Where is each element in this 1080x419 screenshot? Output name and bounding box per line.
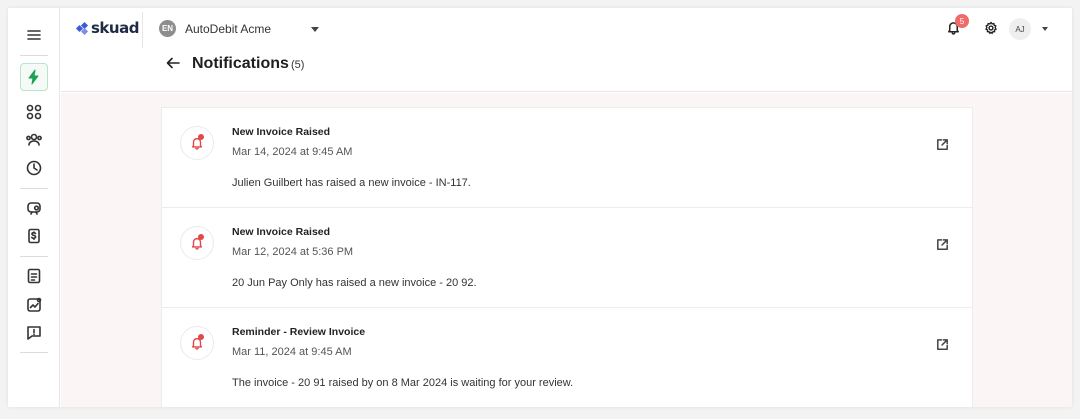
- notification-date: Mar 11, 2024 at 9:45 AM: [232, 346, 352, 358]
- org-chevron-down-icon[interactable]: [311, 27, 319, 32]
- sidebar-item-invoices[interactable]: [20, 222, 48, 250]
- notification-message: Julien Guilbert has raised a new invoice…: [232, 177, 471, 189]
- sidebar-item-documents[interactable]: [20, 262, 48, 290]
- back-arrow-icon[interactable]: [165, 55, 183, 73]
- user-avatar[interactable]: AJ: [1009, 18, 1031, 40]
- open-external-icon[interactable]: [935, 137, 953, 155]
- sidebar-divider: [20, 352, 48, 353]
- notification-date: Mar 12, 2024 at 5:36 PM: [232, 246, 354, 258]
- logo-mark-icon: [75, 21, 89, 35]
- sidebar-item-feedback[interactable]: [20, 319, 48, 347]
- sidebar-divider: [20, 55, 48, 56]
- clock-icon: [26, 160, 42, 176]
- brand-name: skuad: [91, 19, 139, 37]
- brand-logo[interactable]: skuad: [75, 18, 139, 38]
- notification-item[interactable]: New Invoice Raised Mar 14, 2024 at 9:45 …: [162, 108, 972, 208]
- notification-item[interactable]: Reminder - Review Invoice Mar 11, 2024 a…: [162, 308, 972, 407]
- page-title: Notifications: [192, 55, 289, 72]
- notification-title: Reminder - Review Invoice: [232, 326, 366, 338]
- people-icon: [26, 133, 42, 146]
- lightning-icon: [28, 69, 39, 85]
- invoice-dollar-icon: [28, 228, 40, 244]
- menu-icon[interactable]: [20, 21, 48, 49]
- sidebar: [8, 8, 60, 407]
- notification-message: The invoice - 20 91 raised by on 8 Mar 2…: [232, 377, 574, 389]
- open-external-icon[interactable]: [935, 237, 953, 255]
- gear-icon[interactable]: [984, 21, 1000, 37]
- org-switcher[interactable]: EN AutoDebit Acme: [159, 20, 271, 37]
- analytics-icon: [27, 297, 42, 312]
- header-divider: [142, 12, 143, 48]
- document-icon: [27, 268, 41, 284]
- notification-title: New Invoice Raised: [232, 126, 331, 138]
- unread-dot: [198, 134, 204, 140]
- sidebar-item-payroll[interactable]: [20, 194, 48, 222]
- notification-message: 20 Jun Pay Only has raised a new invoice…: [232, 277, 477, 289]
- sidebar-item-dashboard[interactable]: [20, 98, 48, 126]
- notification-total-count: (5): [291, 59, 305, 71]
- dashboard-grid-icon: [26, 104, 42, 120]
- notification-item[interactable]: New Invoice Raised Mar 12, 2024 at 5:36 …: [162, 208, 972, 308]
- alarm-bell-icon: [180, 126, 214, 160]
- payroll-icon: [27, 202, 41, 215]
- user-menu-chevron-down-icon[interactable]: [1042, 27, 1048, 31]
- notification-list: New Invoice Raised Mar 14, 2024 at 9:45 …: [161, 107, 973, 407]
- notification-count-badge: 5: [955, 14, 969, 28]
- sidebar-item-people[interactable]: [20, 126, 48, 154]
- notification-title: New Invoice Raised: [232, 226, 331, 238]
- org-avatar: EN: [159, 20, 176, 37]
- sidebar-item-time[interactable]: [20, 154, 48, 182]
- notifications-content: New Invoice Raised Mar 14, 2024 at 9:45 …: [61, 93, 1072, 407]
- notification-date: Mar 14, 2024 at 9:45 AM: [232, 146, 353, 158]
- sidebar-item-lightning[interactable]: [20, 63, 48, 91]
- sidebar-divider: [20, 256, 48, 257]
- sidebar-item-analytics[interactable]: [20, 291, 48, 319]
- sidebar-divider: [20, 188, 48, 189]
- feedback-icon: [27, 326, 41, 340]
- open-external-icon[interactable]: [935, 337, 953, 355]
- unread-dot: [198, 234, 204, 240]
- alarm-bell-icon: [180, 326, 214, 360]
- app-window: skuad EN AutoDebit Acme 5 AJ Notificatio…: [8, 8, 1072, 407]
- top-bar: skuad EN AutoDebit Acme 5 AJ Notificatio…: [61, 8, 1072, 92]
- unread-dot: [198, 334, 204, 340]
- alarm-bell-icon: [180, 226, 214, 260]
- org-name: AutoDebit Acme: [185, 21, 272, 36]
